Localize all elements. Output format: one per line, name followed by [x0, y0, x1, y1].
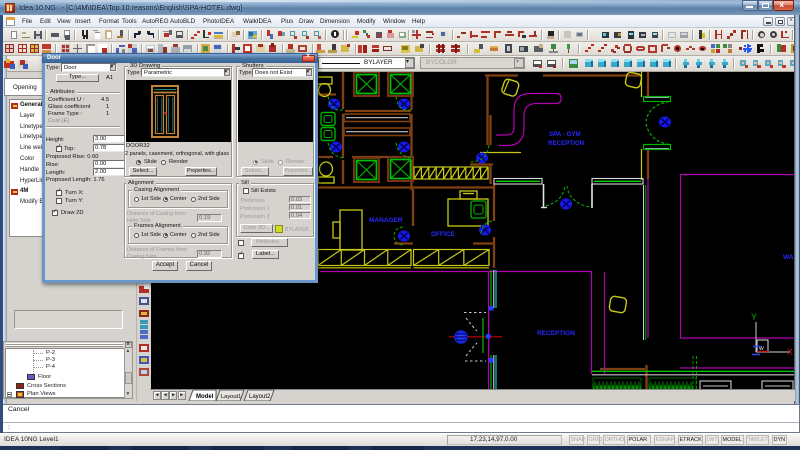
svg-text:Layout2: Layout2 — [249, 394, 271, 400]
svg-text:Model: Model — [196, 394, 214, 400]
svg-text:WA: WA — [783, 254, 794, 261]
svg-text:Layout1: Layout1 — [221, 394, 241, 400]
svg-text:X: X — [787, 347, 793, 357]
svg-text:RECEPTION: RECEPTION — [537, 330, 575, 337]
svg-text:SPA - GYM: SPA - GYM — [549, 131, 581, 138]
svg-text:Y: Y — [751, 312, 757, 322]
svg-text:RECEPTION: RECEPTION — [548, 140, 585, 147]
svg-text:MANAGER: MANAGER — [369, 217, 403, 224]
svg-text:OFFICE: OFFICE — [431, 231, 455, 238]
